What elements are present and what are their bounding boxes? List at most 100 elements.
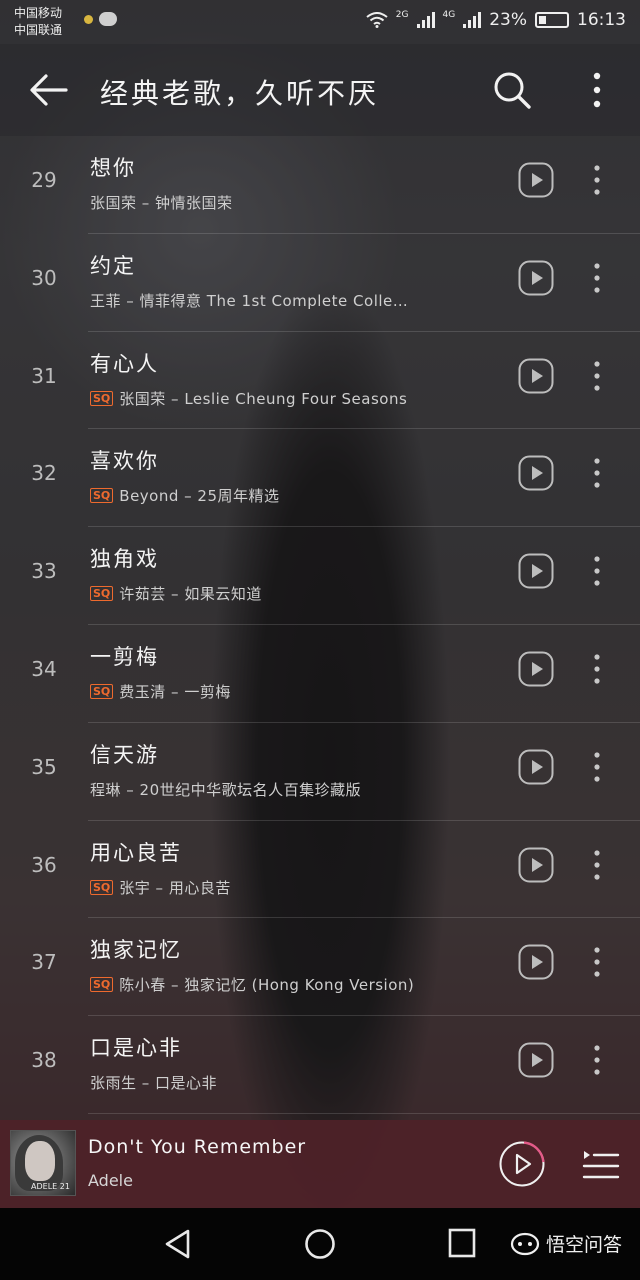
nav-back-icon[interactable] <box>163 1228 193 1260</box>
battery-icon <box>535 12 569 28</box>
notification-icons <box>84 12 117 26</box>
song-meta: SQ 许茹芸 – 如果云知道 <box>90 583 262 604</box>
song-row[interactable]: 35 信天游 程琳 – 20世纪中华歌坛名人百集珍藏版 <box>0 723 640 821</box>
play-video-icon[interactable] <box>518 358 554 394</box>
artist-album: 张国荣 – Leslie Cheung Four Seasons <box>119 389 408 408</box>
song-row[interactable]: 36 用心良苦 SQ 张宇 – 用心良苦 <box>0 821 640 919</box>
top-app-bar: 经典老歌，久听不厌 <box>0 44 640 136</box>
artist-album: 陈小春 – 独家记忆 (Hong Kong Version) <box>119 976 415 995</box>
song-title: 独家记忆 <box>90 938 182 963</box>
wifi-icon <box>366 12 388 28</box>
play-video-icon[interactable] <box>518 944 554 980</box>
page-title: 经典老歌，久听不厌 <box>100 77 380 110</box>
playlist-icon[interactable] <box>580 1146 620 1182</box>
song-meta: SQ 张宇 – 用心良苦 <box>90 877 231 898</box>
song-row[interactable]: 37 独家记忆 SQ 陈小春 – 独家记忆 (Hong Kong Version) <box>0 918 640 1016</box>
song-row[interactable]: 31 有心人 SQ 张国荣 – Leslie Cheung Four Season… <box>0 332 640 430</box>
play-video-icon[interactable] <box>518 553 554 589</box>
play-video-icon[interactable] <box>518 749 554 785</box>
now-playing-artist: Adele <box>88 1171 133 1190</box>
track-number: 36 <box>31 852 57 877</box>
song-row[interactable]: 38 口是心非 张雨生 – 口是心非 <box>0 1016 640 1114</box>
song-title: 信天游 <box>90 742 159 767</box>
mini-player[interactable]: ADELE 21 Don't You Remember Adele <box>0 1120 640 1208</box>
more-vertical-icon[interactable] <box>586 262 608 294</box>
song-meta: SQ 陈小春 – 独家记忆 (Hong Kong Version) <box>90 974 414 995</box>
artist-album: 程琳 – 20世纪中华歌坛名人百集珍藏版 <box>90 780 362 799</box>
song-row[interactable]: 29 想你 张国荣 – 钟情张国荣 <box>0 136 640 234</box>
track-number: 29 <box>31 168 57 192</box>
track-number: 34 <box>31 656 57 681</box>
play-video-icon[interactable] <box>518 651 554 687</box>
track-number: 37 <box>31 950 57 975</box>
search-icon[interactable] <box>492 70 532 110</box>
more-vertical-icon[interactable] <box>586 70 608 110</box>
signal-4g-icon <box>463 12 482 28</box>
album-cover[interactable]: ADELE 21 <box>10 1130 76 1196</box>
more-vertical-icon[interactable] <box>586 360 608 392</box>
song-title: 有心人 <box>90 351 159 376</box>
song-row[interactable]: 34 一剪梅 SQ 费玉清 – 一剪梅 <box>0 625 640 723</box>
sq-quality-badge: SQ <box>90 586 114 602</box>
song-meta: SQ 张国荣 – Leslie Cheung Four Seasons <box>90 388 407 409</box>
song-title: 约定 <box>90 253 136 278</box>
song-row[interactable]: 30 约定 王菲 – 情菲得意 The 1st Complete Colle… <box>0 234 640 332</box>
song-title: 一剪梅 <box>90 644 159 669</box>
more-vertical-icon[interactable] <box>586 1044 608 1076</box>
carrier-1: 中国移动 <box>14 6 63 20</box>
song-meta: SQ Beyond – 25周年精选 <box>90 485 280 506</box>
more-vertical-icon[interactable] <box>586 751 608 783</box>
track-number: 30 <box>31 265 57 290</box>
play-video-icon[interactable] <box>518 1042 554 1078</box>
more-vertical-icon[interactable] <box>586 849 608 881</box>
wukong-logo-icon <box>510 1232 540 1255</box>
song-row[interactable]: 33 独角戏 SQ 许茹芸 – 如果云知道 <box>0 527 640 625</box>
song-meta: 程琳 – 20世纪中华歌坛名人百集珍藏版 <box>90 779 361 800</box>
sq-quality-badge: SQ <box>90 977 114 993</box>
watermark: 悟空问答 <box>510 1230 622 1257</box>
song-title: 用心良苦 <box>90 840 182 865</box>
song-meta: SQ 费玉清 – 一剪梅 <box>90 681 231 702</box>
net-4g-label: 4G <box>442 10 456 20</box>
net-2g-label: 2G <box>395 10 409 20</box>
carrier-labels: 中国移动 中国联通 <box>14 5 62 39</box>
system-nav-bar: 悟空问答 <box>0 1208 640 1280</box>
play-video-icon[interactable] <box>518 260 554 296</box>
track-number: 32 <box>31 461 57 486</box>
battery-percent: 23% <box>489 10 527 30</box>
more-vertical-icon[interactable] <box>586 457 608 489</box>
more-vertical-icon[interactable] <box>586 164 608 196</box>
more-vertical-icon[interactable] <box>586 555 608 587</box>
play-video-icon[interactable] <box>518 455 554 491</box>
cover-face <box>25 1141 55 1181</box>
song-title: 口是心非 <box>90 1036 182 1061</box>
play-video-icon[interactable] <box>518 162 554 198</box>
song-title: 想你 <box>90 156 136 180</box>
sq-quality-badge: SQ <box>90 879 114 895</box>
artist-album: 王菲 – 情菲得意 The 1st Complete Colle… <box>90 291 409 310</box>
artist-album: 许茹芸 – 如果云知道 <box>119 585 262 604</box>
song-meta: 张雨生 – 口是心非 <box>90 1072 217 1093</box>
artist-album: Beyond – 25周年精选 <box>119 487 280 506</box>
artist-album: 张宇 – 用心良苦 <box>119 878 231 897</box>
more-vertical-icon[interactable] <box>586 946 608 978</box>
track-number: 33 <box>31 559 57 584</box>
play-video-icon[interactable] <box>518 847 554 883</box>
sq-quality-badge: SQ <box>90 390 114 406</box>
song-title: 独角戏 <box>90 547 159 572</box>
more-vertical-icon[interactable] <box>586 653 608 685</box>
song-meta: 张国荣 – 钟情张国荣 <box>90 192 233 213</box>
sq-quality-badge: SQ <box>90 683 114 699</box>
back-arrow-icon[interactable] <box>28 70 70 110</box>
carrier-2: 中国联通 <box>14 23 63 37</box>
song-row[interactable]: 32 喜欢你 SQ Beyond – 25周年精选 <box>0 429 640 527</box>
artist-album: 张国荣 – 钟情张国荣 <box>90 194 233 212</box>
status-right: 2G 4G 23% 16:13 <box>366 10 626 30</box>
play-icon[interactable] <box>498 1140 546 1188</box>
sq-quality-badge: SQ <box>90 488 114 504</box>
track-number: 31 <box>31 363 57 388</box>
notification-dot-icon <box>84 14 93 24</box>
nav-recent-apps-icon[interactable] <box>448 1228 476 1258</box>
nav-home-icon[interactable] <box>304 1228 336 1260</box>
cover-text: ADELE 21 <box>31 1182 70 1191</box>
